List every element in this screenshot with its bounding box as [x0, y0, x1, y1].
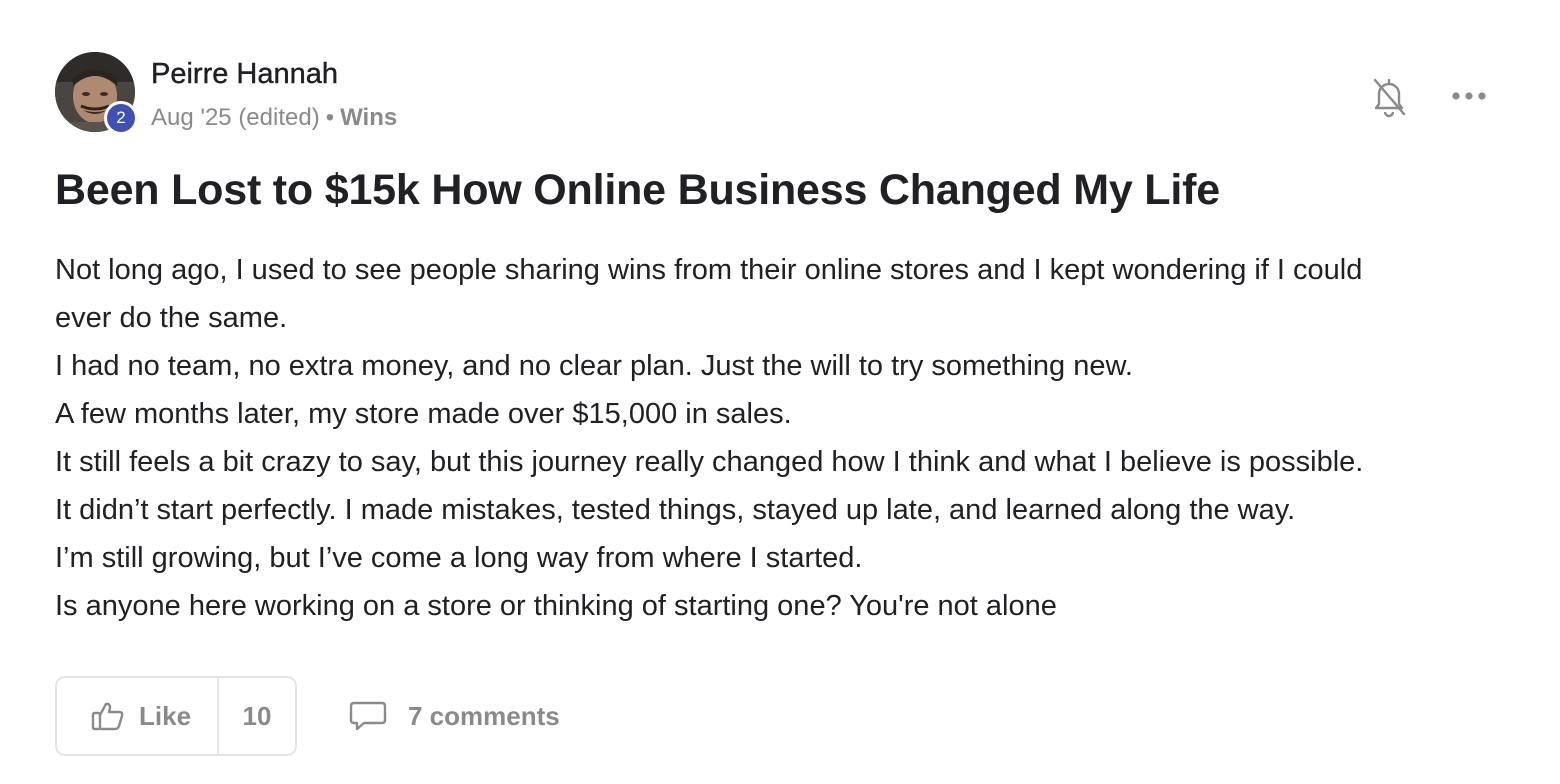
body-line: It didn’t start perfectly. I made mistak…: [55, 494, 1296, 526]
post-meta: Aug '25 (edited) • Wins: [151, 104, 397, 132]
more-options-button[interactable]: [1448, 82, 1490, 110]
author-name[interactable]: Peirre Hannah: [151, 58, 338, 91]
bell-off-icon: [1368, 78, 1410, 122]
level-badge: 2: [104, 101, 138, 135]
notification-toggle-button[interactable]: [1368, 74, 1410, 118]
more-horizontal-icon: [1448, 92, 1490, 114]
post-category[interactable]: Wins: [340, 104, 397, 131]
meta-separator: •: [325, 104, 335, 131]
body-line: Is anyone here working on a store or thi…: [55, 590, 1057, 622]
body-line: It still feels a bit crazy to say, but t…: [55, 446, 1364, 478]
comment-bubble-icon: [348, 699, 388, 733]
comments-label: 7 comments: [408, 700, 560, 731]
body-line: Not long ago, I used to see people shari…: [55, 254, 1363, 286]
like-button[interactable]: Like: [57, 678, 219, 754]
like-label: Like: [139, 700, 192, 731]
thumbs-up-icon: [91, 700, 125, 732]
like-count[interactable]: 10: [219, 678, 295, 754]
author-avatar-wrap[interactable]: 2: [55, 52, 138, 135]
body-line: ever do the same.: [55, 302, 288, 334]
comments-button[interactable]: 7 comments: [348, 696, 560, 736]
post-date: Aug '25 (edited): [151, 104, 320, 131]
post-card: 2 Peirre Hannah Aug '25 (edited) • Wins Be…: [0, 0, 1560, 784]
body-line: I’m still growing, but I’ve come a long …: [55, 542, 863, 574]
body-line: I had no team, no extra money, and no cl…: [55, 350, 1133, 382]
like-group: Like 10: [55, 676, 297, 756]
post-title: Been Lost to $15k How Online Business Ch…: [55, 166, 1220, 214]
post-body: Not long ago, I used to see people shari…: [55, 246, 1515, 630]
body-line: A few months later, my store made over $…: [55, 398, 792, 430]
